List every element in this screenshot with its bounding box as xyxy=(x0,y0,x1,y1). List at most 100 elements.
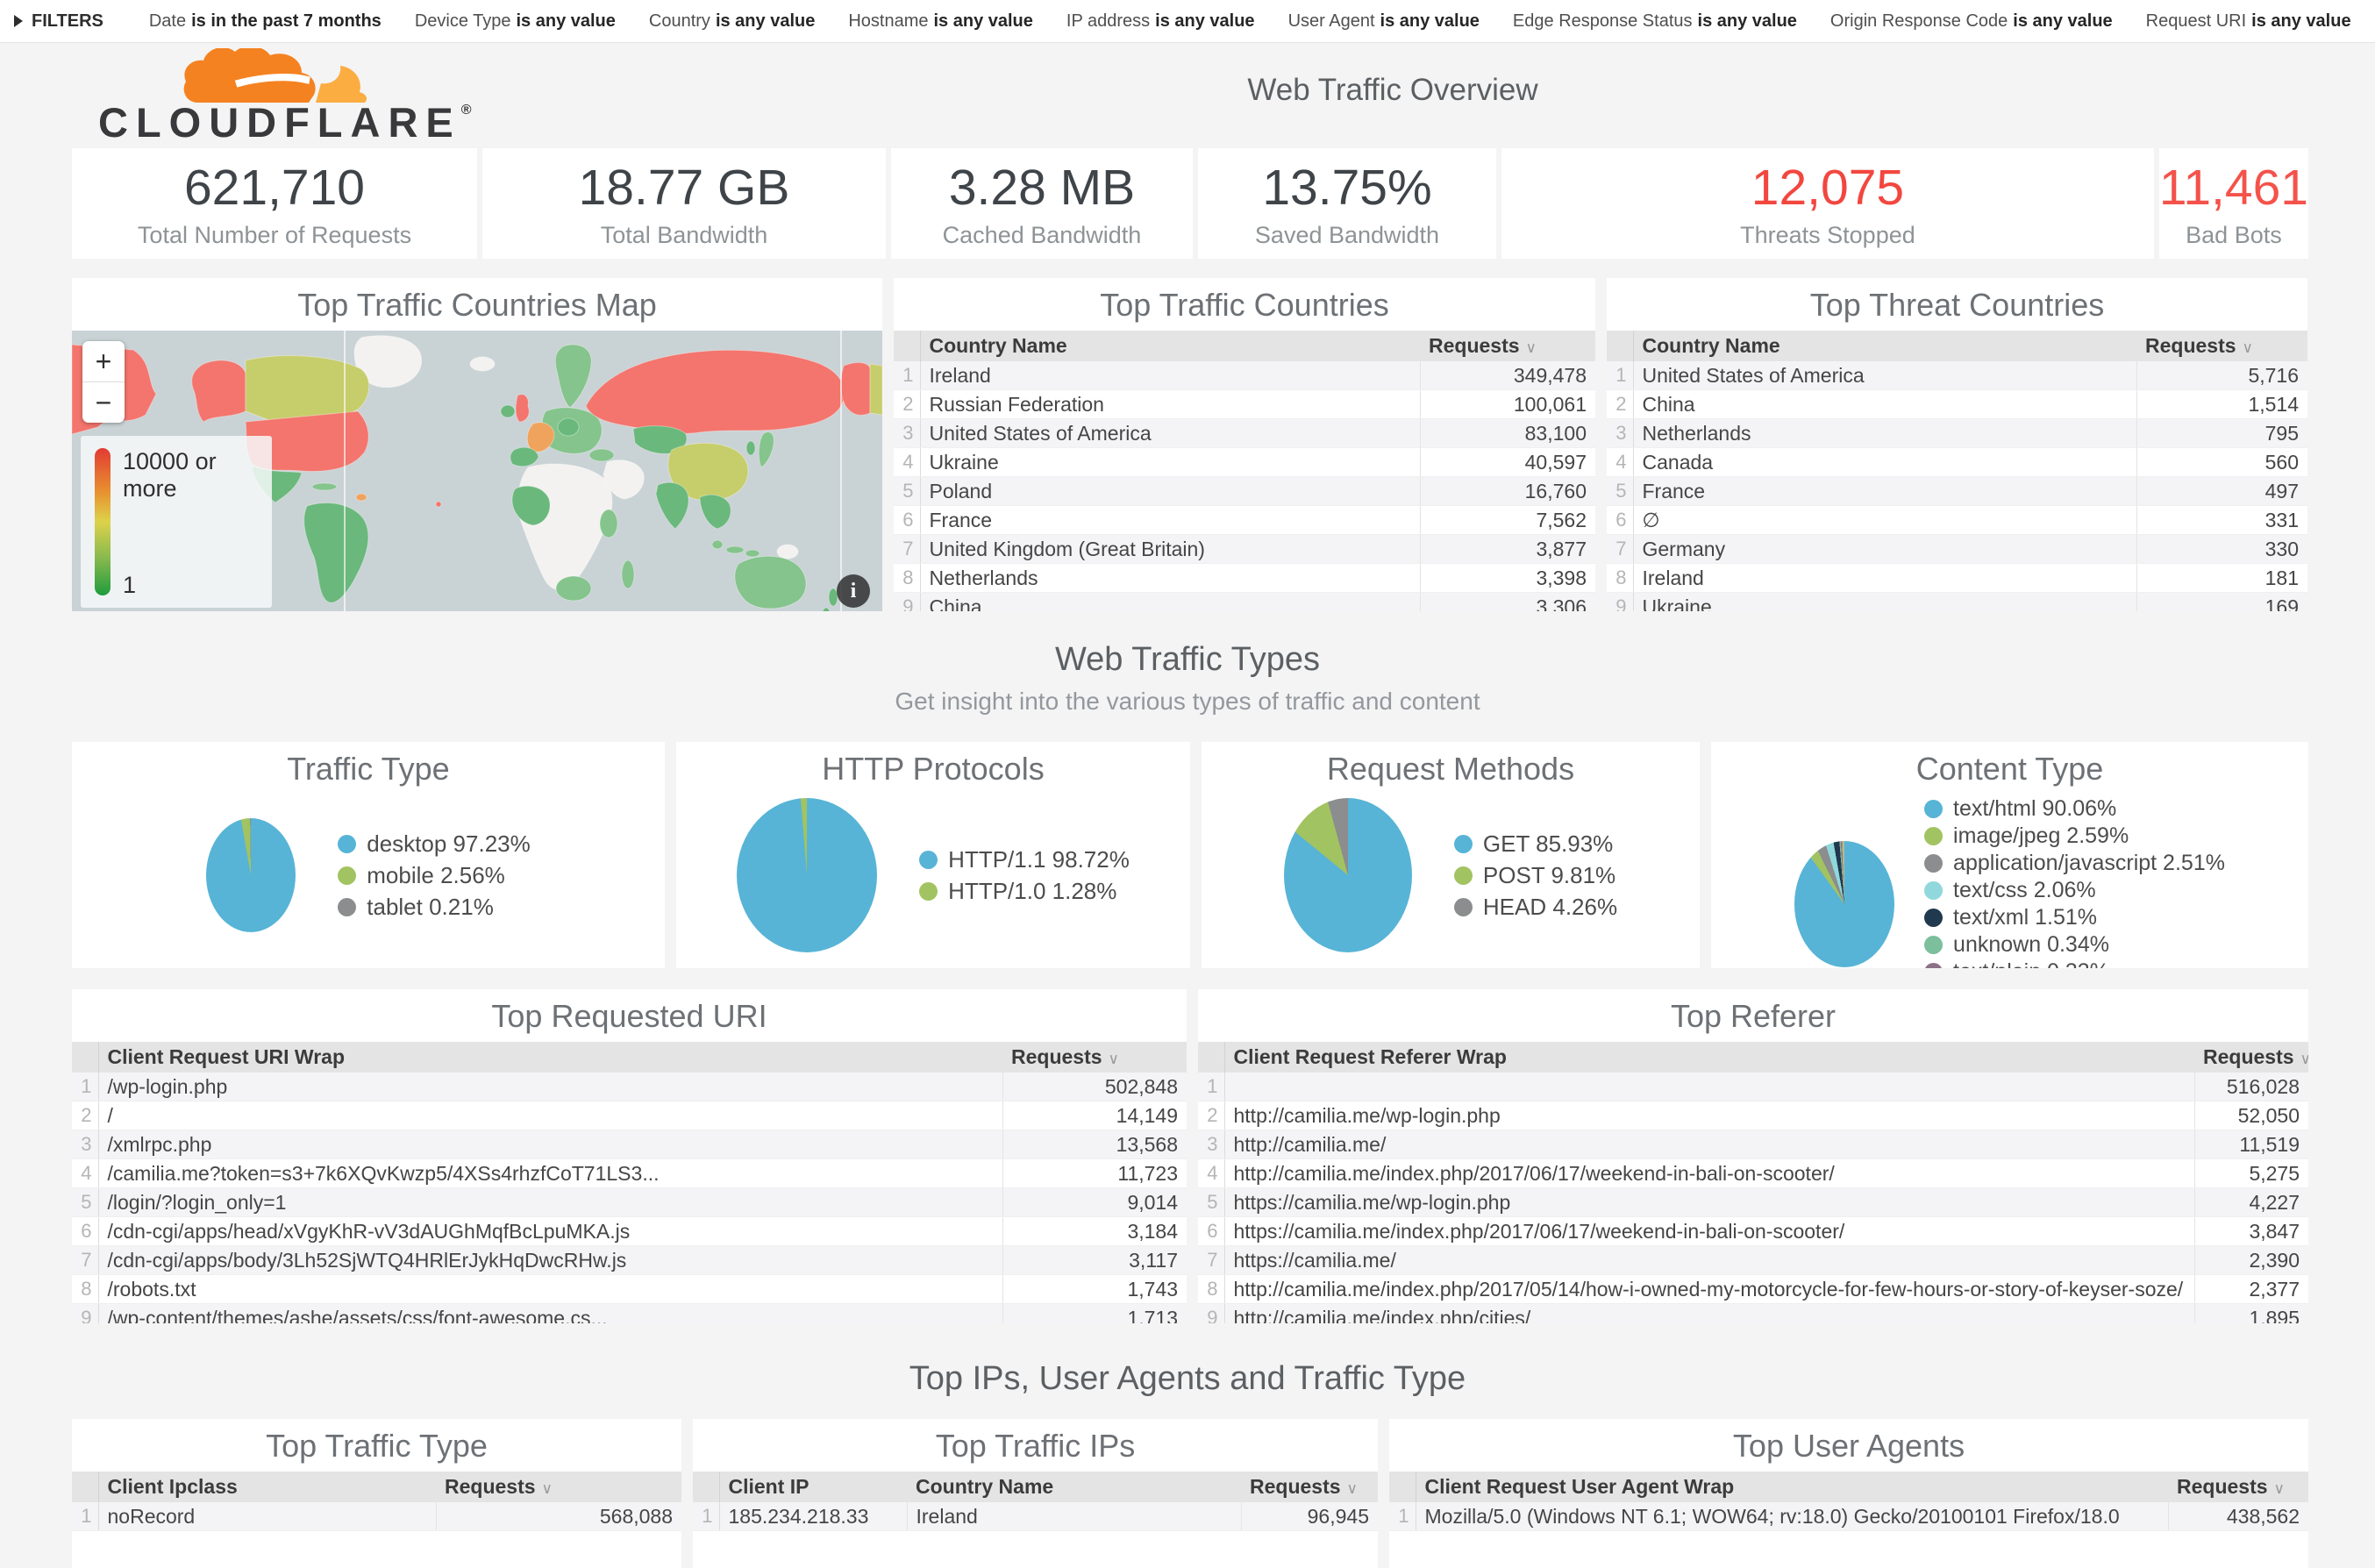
ipclass-cell: noRecord xyxy=(98,1502,436,1531)
country-name-cell: Russian Federation xyxy=(920,390,1420,419)
filter-item[interactable]: Request URIis any value xyxy=(2146,11,2351,31)
requests-cell: 3,877 xyxy=(1420,535,1595,564)
stat-label: Cached Bandwidth xyxy=(943,222,1142,249)
table-row: 8 Ireland 181 xyxy=(1607,564,2307,593)
panel-title: HTTP Protocols xyxy=(676,742,1190,795)
table-row: 1 /wp-login.php 502,848 xyxy=(72,1073,1187,1101)
top-traffic-countries-panel: Top Traffic Countries Country Name Reque… xyxy=(894,278,1595,611)
stat-label: Bad Bots xyxy=(2186,222,2282,249)
column-header-requests[interactable]: Requests∨ xyxy=(436,1472,681,1502)
stat-value: 11,461 xyxy=(2159,159,2308,217)
column-header-requests[interactable]: Requests∨ xyxy=(1241,1472,1378,1502)
legend-item: HEAD 4.26% xyxy=(1454,894,1617,921)
country-name-cell: Netherlands xyxy=(920,564,1420,593)
table-row: 1 185.234.218.33 Ireland 96,945 xyxy=(693,1502,1378,1531)
column-header-country[interactable]: Country Name xyxy=(1633,331,2136,361)
index-column-header xyxy=(1389,1472,1416,1502)
requests-cell: 16,760 xyxy=(1420,477,1595,506)
section-title: Top IPs, User Agents and Traffic Type xyxy=(0,1360,2375,1398)
column-header-ipclass[interactable]: Client Ipclass xyxy=(98,1472,436,1502)
map-info-icon[interactable]: i xyxy=(837,574,870,608)
table-row: 3 /xmlrpc.php 13,568 xyxy=(72,1130,1187,1159)
legend-dot-icon xyxy=(1924,800,1943,818)
row-index: 3 xyxy=(894,419,920,448)
filter-item[interactable]: Hostname is any value xyxy=(848,11,1033,31)
table-row: 1 Ireland 349,478 xyxy=(894,361,1595,390)
table-row: 7 /cdn-cgi/apps/body/3Lh52SjWTQ4HRlErJyk… xyxy=(72,1246,1187,1275)
table-row: 2 http://camilia.me/wp-login.php 52,050 xyxy=(1198,1101,2308,1130)
filter-field-name: Hostname xyxy=(848,11,928,31)
filter-item[interactable]: Edge Response Statusis any value xyxy=(1513,11,1797,31)
country-name-cell: Ireland xyxy=(1633,564,2136,593)
filter-item[interactable]: Country is any value xyxy=(649,11,815,31)
filter-item[interactable]: Device Typeis any value xyxy=(415,11,616,31)
requests-cell: 560 xyxy=(2136,448,2307,477)
filter-item[interactable]: IP addressis any value xyxy=(1066,11,1255,31)
column-header-user-agent[interactable]: Client Request User Agent Wrap xyxy=(1416,1472,2168,1502)
filters-label: FILTERS xyxy=(32,11,103,32)
cloudflare-logo: CLOUDFLARE® xyxy=(98,48,454,146)
panel-title: Top Traffic Countries xyxy=(894,278,1595,331)
column-header-client-ip[interactable]: Client IP xyxy=(719,1472,907,1502)
sort-desc-icon: ∨ xyxy=(2300,1051,2308,1067)
zoom-in-button[interactable]: + xyxy=(82,341,125,382)
stat-card: 621,710 Total Number of Requests xyxy=(72,148,477,259)
dashboard-header: CLOUDFLARE® Web Traffic Overview xyxy=(0,43,2375,148)
referer-cell: http://camilia.me/index.php/2017/05/14/h… xyxy=(1224,1275,2194,1304)
uri-cell: /camilia.me?token=s3+7k6XQvKwzp5/4XSs4rh… xyxy=(98,1159,1002,1188)
legend-item: mobile 2.56% xyxy=(338,862,530,889)
filter-item[interactable]: User Agentis any value xyxy=(1288,11,1480,31)
table-row: 2 Russian Federation 100,061 xyxy=(894,390,1595,419)
filter-field-name: Country xyxy=(649,11,710,31)
country-cell: Ireland xyxy=(907,1502,1241,1531)
world-choropleth-map[interactable]: + − 10000 or more 1 i xyxy=(72,331,882,611)
map-gradient-bar xyxy=(95,448,111,595)
table-row: 6 https://camilia.me/index.php/2017/06/1… xyxy=(1198,1217,2308,1246)
country-name-cell: Ukraine xyxy=(920,448,1420,477)
filter-item[interactable]: Dateis in the past 7 months xyxy=(149,11,382,31)
user-agent-cell: Mozilla/5.0 (Windows NT 6.1; WOW64; rv:1… xyxy=(1416,1502,2168,1531)
sort-desc-icon: ∨ xyxy=(542,1480,553,1497)
table-row: 8 /robots.txt 1,743 xyxy=(72,1275,1187,1304)
zoom-out-button[interactable]: − xyxy=(82,382,125,423)
country-name-cell: France xyxy=(920,506,1420,535)
table-row: 2 China 1,514 xyxy=(1607,390,2307,419)
country-name-cell: United States of America xyxy=(920,419,1420,448)
filter-item[interactable]: Origin Response Codeis any value xyxy=(1830,11,2113,31)
requests-cell: 795 xyxy=(2136,419,2307,448)
filter-bar: FILTERS Dateis in the past 7 months Devic… xyxy=(0,0,2375,43)
country-name-cell: Ukraine xyxy=(1633,593,2136,612)
column-header-referer[interactable]: Client Request Referer Wrap xyxy=(1224,1042,2194,1073)
legend-item: text/html 90.06% xyxy=(1924,796,2225,822)
row-index: 8 xyxy=(72,1275,98,1304)
row-index: 5 xyxy=(72,1188,98,1217)
filters-toggle[interactable]: FILTERS xyxy=(14,11,103,32)
pie-legend: GET 85.93% POST 9.81% HEAD 4.26% xyxy=(1454,826,1617,925)
stats-row: 621,710 Total Number of Requests 18.77 G… xyxy=(0,148,2375,259)
column-header-country[interactable]: Country Name xyxy=(907,1472,1241,1502)
sort-desc-icon: ∨ xyxy=(2274,1480,2285,1497)
column-header-requests[interactable]: Requests∨ xyxy=(1002,1042,1187,1073)
country-name-cell: United States of America xyxy=(1633,361,2136,390)
country-name-cell: Netherlands xyxy=(1633,419,2136,448)
requests-cell: 13,568 xyxy=(1002,1130,1187,1159)
panel-title: Top Traffic Type xyxy=(72,1419,681,1472)
column-header-requests[interactable]: Requests∨ xyxy=(2168,1472,2308,1502)
uri-cell: /robots.txt xyxy=(98,1275,1002,1304)
requests-cell: 3,117 xyxy=(1002,1246,1187,1275)
column-header-requests[interactable]: Requests∨ xyxy=(1420,331,1595,361)
uri-cell: /cdn-cgi/apps/head/xVgyKhR-vV3dAUGhMqfBc… xyxy=(98,1217,1002,1246)
column-header-requests[interactable]: Requests∨ xyxy=(2136,331,2307,361)
column-header-country[interactable]: Country Name xyxy=(920,331,1420,361)
top-requested-uri-panel: Top Requested URI Client Request URI Wra… xyxy=(72,989,1187,1323)
content-type-pie-chart xyxy=(1794,841,1894,967)
column-header-requests[interactable]: Requests∨ xyxy=(2194,1042,2308,1073)
row-index: 5 xyxy=(1198,1188,1224,1217)
filter-value: is any value xyxy=(934,11,1033,31)
map-tile-seam xyxy=(344,331,346,611)
filter-value: is any value xyxy=(716,11,815,31)
column-header-uri[interactable]: Client Request URI Wrap xyxy=(98,1042,1002,1073)
traffic-type-pie-chart xyxy=(206,818,296,932)
legend-dot-icon xyxy=(1924,854,1943,873)
stat-value: 13.75% xyxy=(1262,159,1431,217)
